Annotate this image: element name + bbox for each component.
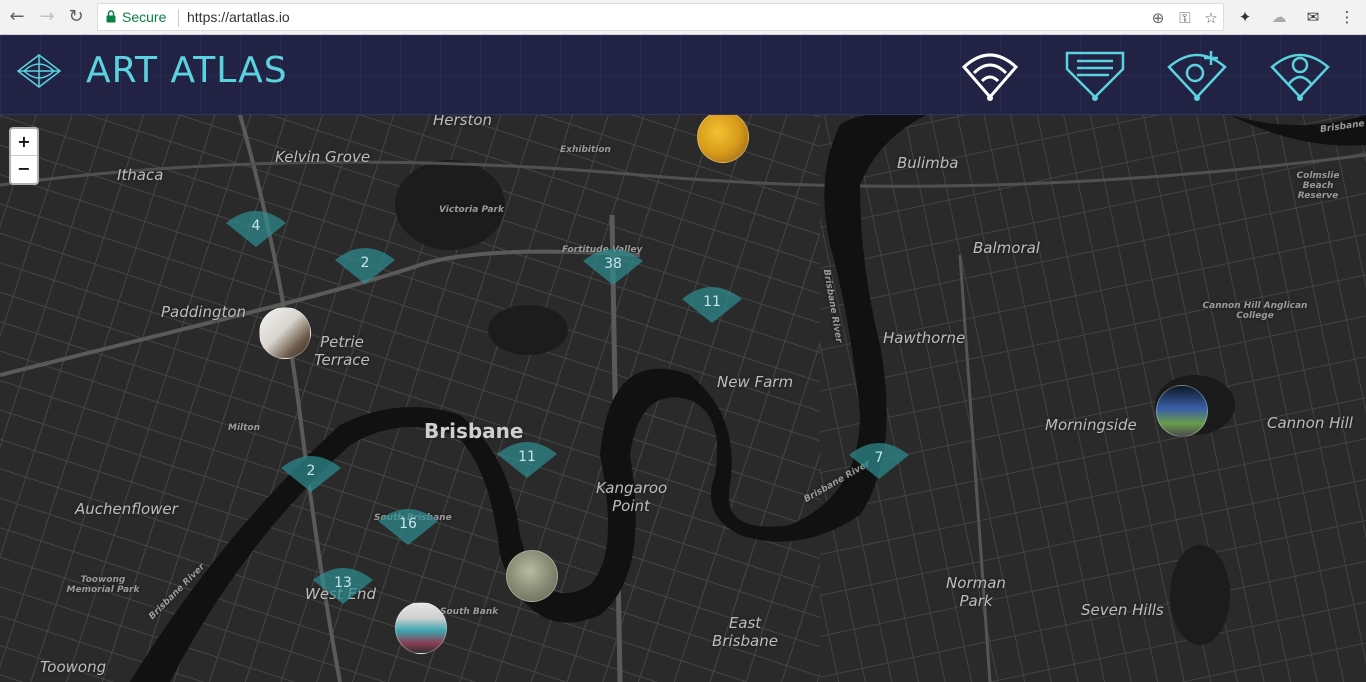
list-fan-icon[interactable] <box>1063 47 1127 103</box>
extension-icon[interactable]: ✦ <box>1234 6 1256 28</box>
back-arrow-icon[interactable]: ← <box>6 6 28 28</box>
cluster-count: 4 <box>251 218 261 234</box>
cluster-marker[interactable]: 2 <box>333 244 397 284</box>
cluster-marker[interactable]: 7 <box>847 439 911 479</box>
artwork-thumbnail[interactable] <box>506 550 558 602</box>
cluster-count: 11 <box>703 294 721 310</box>
place-label: Ithaca <box>117 166 164 184</box>
cluster-count: 11 <box>518 449 536 465</box>
place-label: South Bank <box>440 607 499 617</box>
cluster-marker[interactable]: 13 <box>311 564 375 604</box>
user-fan-icon[interactable] <box>1268 47 1332 103</box>
lock-icon <box>106 10 116 23</box>
key-icon[interactable]: ⚿ <box>1175 8 1195 28</box>
place-label: Petrie Terrace <box>314 333 370 369</box>
zoom-out-button[interactable]: − <box>11 156 37 183</box>
place-label: Hawthorne <box>883 329 966 347</box>
art-atlas-logo-icon[interactable] <box>14 51 64 91</box>
location-icon[interactable]: ⊕ <box>1148 8 1168 28</box>
forward-arrow-icon[interactable]: → <box>36 6 58 28</box>
browser-toolbar: ← → ↻ Secure https://artatlas.io ⊕ ⚿ ☆ ✦… <box>0 0 1366 35</box>
cluster-count: 16 <box>399 516 417 532</box>
place-label: Cannon Hill Anglican College <box>1202 301 1308 321</box>
place-label: Exhibition <box>560 145 611 155</box>
place-label: Norman Park <box>946 574 1006 610</box>
place-label: Morningside <box>1045 416 1137 434</box>
place-label: Paddington <box>161 303 247 321</box>
place-label: Balmoral <box>973 239 1040 257</box>
cluster-count: 13 <box>334 575 352 591</box>
place-label: Kangaroo Point <box>596 479 668 515</box>
artwork-thumbnail[interactable] <box>1156 385 1208 437</box>
place-label: Colmslie Beach Reserve <box>1296 171 1340 201</box>
cloud-icon[interactable]: ☁ <box>1268 6 1290 28</box>
url-text: https://artatlas.io <box>187 9 290 25</box>
place-label: Milton <box>228 423 261 433</box>
place-label: Toowong <box>40 658 107 676</box>
cluster-marker[interactable]: 2 <box>279 452 343 492</box>
map-canvas[interactable]: + − Herston Kelvin Grove Exhibition Itha… <box>0 115 1366 682</box>
add-location-icon[interactable] <box>1165 47 1229 103</box>
place-label: Toowong Memorial Park <box>66 575 140 595</box>
cluster-count: 2 <box>360 255 370 271</box>
artwork-thumbnail[interactable] <box>259 307 311 359</box>
app-title: ART ATLAS <box>86 50 288 91</box>
cluster-marker[interactable]: 4 <box>224 207 288 247</box>
cluster-marker[interactable]: 38 <box>581 245 645 285</box>
place-label: Cannon Hill <box>1267 414 1353 432</box>
place-label: Seven Hills <box>1081 601 1164 619</box>
place-label: New Farm <box>717 373 794 391</box>
secure-label: Secure <box>122 9 167 25</box>
app-header: ART ATLAS <box>0 35 1366 115</box>
star-icon[interactable]: ☆ <box>1201 8 1221 28</box>
reload-icon[interactable]: ↻ <box>65 6 87 28</box>
cluster-count: 38 <box>604 256 622 272</box>
artwork-thumbnail[interactable] <box>395 602 447 654</box>
zoom-in-button[interactable]: + <box>11 129 37 156</box>
place-label: East Brisbane <box>712 614 778 650</box>
place-label: Herston <box>433 115 493 129</box>
place-label: Kelvin Grove <box>275 148 371 166</box>
cluster-marker[interactable]: 11 <box>680 283 744 323</box>
menu-dots-icon[interactable]: ⋮ <box>1336 6 1358 28</box>
place-label: Victoria Park <box>439 205 504 215</box>
divider <box>178 9 179 27</box>
cluster-marker[interactable]: 16 <box>376 505 440 545</box>
place-label: Bulimba <box>897 154 959 172</box>
zoom-control: + − <box>9 127 39 185</box>
mail-icon[interactable]: ✉ <box>1302 6 1324 28</box>
cluster-count: 7 <box>874 450 884 466</box>
signal-fan-icon[interactable] <box>958 47 1022 103</box>
cluster-marker[interactable]: 11 <box>495 438 559 478</box>
place-label: Auchenflower <box>75 500 178 518</box>
cluster-count: 2 <box>306 463 316 479</box>
address-bar[interactable]: Secure https://artatlas.io ⊕ ⚿ ☆ <box>97 3 1224 31</box>
